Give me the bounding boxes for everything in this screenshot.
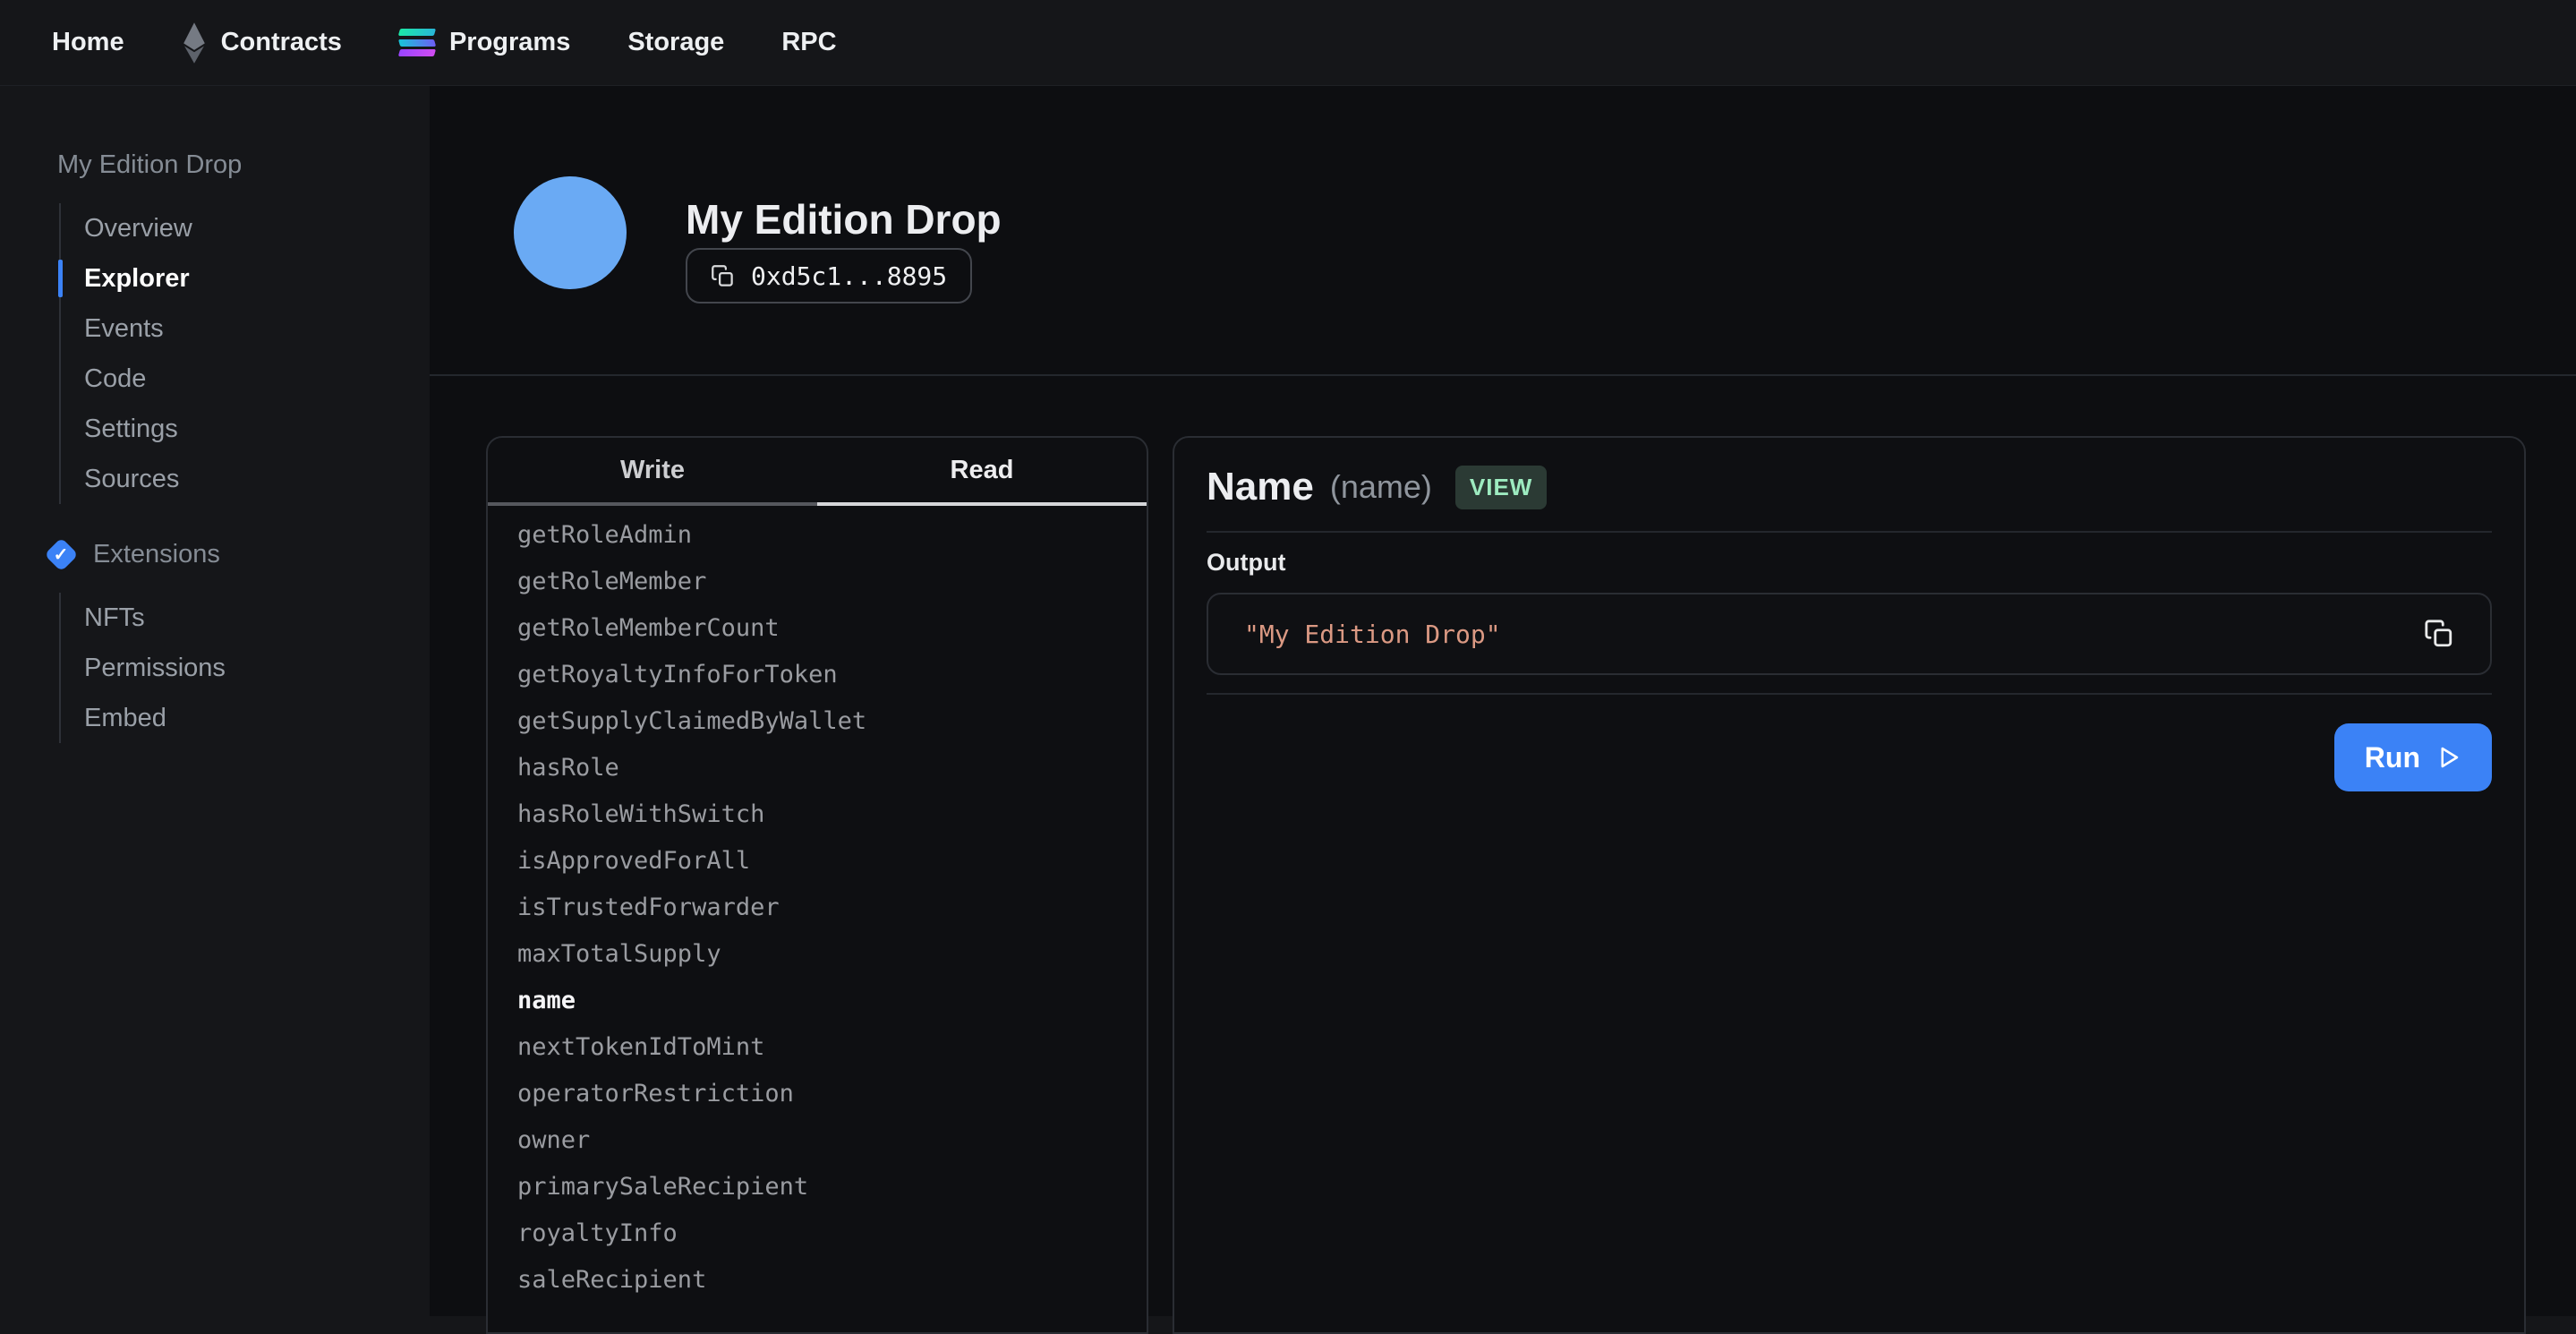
function-item[interactable]: primarySaleRecipient bbox=[488, 1163, 1147, 1210]
sidebar-extensions-label: Extensions bbox=[93, 540, 220, 569]
view-badge: VIEW bbox=[1455, 466, 1547, 509]
contract-avatar bbox=[514, 176, 627, 289]
detail-divider-bottom bbox=[1207, 693, 2492, 695]
function-name-hint: (name) bbox=[1330, 468, 1432, 506]
function-panel: Write Read getRoleAdmingetRoleMembergetR… bbox=[486, 436, 1148, 1334]
function-item[interactable]: name bbox=[488, 977, 1147, 1023]
header-divider bbox=[430, 374, 2576, 376]
function-item[interactable]: nextTokenIdToMint bbox=[488, 1023, 1147, 1070]
sidebar-extensions-group: NFTs Permissions Embed bbox=[59, 593, 430, 743]
sidebar-extensions-header: ✓ Extensions bbox=[49, 540, 430, 569]
function-item[interactable]: getRoleMemberCount bbox=[488, 604, 1147, 651]
function-item[interactable]: hasRole bbox=[488, 744, 1147, 791]
sidebar-project-label: My Edition Drop bbox=[57, 150, 430, 180]
function-item[interactable]: getRoleAdmin bbox=[488, 511, 1147, 558]
function-item[interactable]: maxTotalSupply bbox=[488, 930, 1147, 977]
detail-divider-top bbox=[1207, 531, 2492, 533]
nav-item-label: Home bbox=[52, 28, 124, 57]
nav-item-label: Programs bbox=[449, 28, 570, 57]
nav-item-label: Contracts bbox=[221, 28, 342, 57]
function-item[interactable]: hasRoleWithSwitch bbox=[488, 791, 1147, 837]
function-item[interactable]: isApprovedForAll bbox=[488, 837, 1147, 884]
function-item[interactable]: getRoleMember bbox=[488, 558, 1147, 604]
function-item[interactable]: operatorRestriction bbox=[488, 1070, 1147, 1116]
function-item[interactable]: getSupplyClaimedByWallet bbox=[488, 697, 1147, 744]
sidebar-project-group: Overview Explorer Events Code Settings S… bbox=[59, 203, 430, 504]
output-copy-button[interactable] bbox=[2424, 619, 2454, 649]
tab-read[interactable]: Read bbox=[817, 438, 1147, 506]
function-list: getRoleAdmingetRoleMembergetRoleMemberCo… bbox=[488, 506, 1147, 1303]
sidebar-item-nfts[interactable]: NFTs bbox=[61, 593, 430, 643]
tab-bar: Write Read bbox=[488, 438, 1147, 506]
run-row: Run bbox=[1207, 723, 2492, 791]
copy-icon bbox=[711, 264, 735, 288]
sidebar-item-embed[interactable]: Embed bbox=[61, 693, 430, 743]
verified-diamond-icon: ✓ bbox=[44, 537, 78, 571]
sidebar-item-overview[interactable]: Overview bbox=[61, 203, 430, 253]
sidebar-item-events[interactable]: Events bbox=[61, 304, 430, 354]
top-nav: Home Contracts Programs Storage RPC bbox=[0, 0, 2576, 86]
sidebar-item-permissions[interactable]: Permissions bbox=[61, 643, 430, 693]
output-box: "My Edition Drop" bbox=[1207, 593, 2492, 675]
nav-item-label: RPC bbox=[781, 28, 836, 57]
main-content: My Edition Drop 0xd5c1...8895 Write Read… bbox=[430, 86, 2576, 1316]
output-value: "My Edition Drop" bbox=[1244, 620, 2424, 649]
function-title: Name bbox=[1207, 465, 1314, 509]
nav-item-home[interactable]: Home bbox=[52, 28, 124, 57]
sidebar-item-sources[interactable]: Sources bbox=[61, 454, 430, 504]
function-item[interactable]: getRoyaltyInfoForToken bbox=[488, 651, 1147, 697]
function-item[interactable]: isTrustedForwarder bbox=[488, 884, 1147, 930]
sidebar: My Edition Drop Overview Explorer Events… bbox=[0, 86, 430, 1316]
contract-address-copy-button[interactable]: 0xd5c1...8895 bbox=[686, 248, 972, 304]
detail-header: Name (name) VIEW bbox=[1207, 461, 2492, 513]
sidebar-item-explorer[interactable]: Explorer bbox=[61, 253, 430, 304]
nav-item-programs[interactable]: Programs bbox=[399, 28, 570, 57]
solana-icon bbox=[399, 29, 435, 56]
function-item[interactable]: saleRecipient bbox=[488, 1256, 1147, 1303]
sidebar-item-code[interactable]: Code bbox=[61, 354, 430, 404]
ethereum-icon bbox=[182, 22, 207, 64]
run-button-label: Run bbox=[2365, 741, 2420, 774]
contract-title: My Edition Drop bbox=[686, 195, 1002, 244]
tab-write[interactable]: Write bbox=[488, 438, 817, 506]
nav-item-rpc[interactable]: RPC bbox=[781, 28, 836, 57]
function-item[interactable]: royaltyInfo bbox=[488, 1210, 1147, 1256]
nav-item-storage[interactable]: Storage bbox=[627, 28, 724, 57]
play-icon bbox=[2435, 744, 2461, 771]
copy-icon bbox=[2424, 619, 2454, 649]
nav-item-contracts[interactable]: Contracts bbox=[182, 22, 342, 64]
function-item[interactable]: owner bbox=[488, 1116, 1147, 1163]
function-detail-panel: Name (name) VIEW Output "My Edition Drop… bbox=[1173, 436, 2526, 1334]
sidebar-item-settings[interactable]: Settings bbox=[61, 404, 430, 454]
nav-item-label: Storage bbox=[627, 28, 724, 57]
run-button[interactable]: Run bbox=[2334, 723, 2492, 791]
contract-address: 0xd5c1...8895 bbox=[751, 261, 947, 291]
output-label: Output bbox=[1207, 549, 2492, 577]
